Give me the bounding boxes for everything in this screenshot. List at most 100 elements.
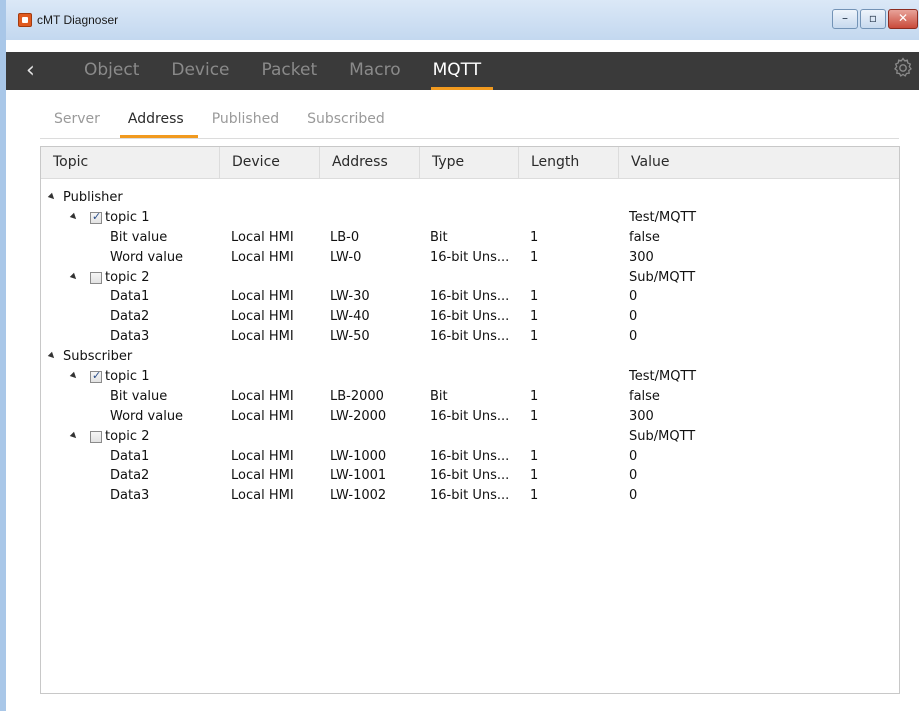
table-row[interactable]: Publisher (41, 189, 899, 209)
tab-device[interactable]: Device (155, 52, 245, 90)
table-row[interactable]: Bit value Local HMI LB-0 Bit 1 false (41, 229, 899, 249)
title-bar: cMT Diagnoser – ▫ ✕ (6, 0, 919, 40)
cell-device: Local HMI (231, 448, 294, 464)
cell-value: Test/MQTT (629, 369, 697, 385)
cell-device: Local HMI (231, 289, 294, 305)
gear-icon[interactable] (891, 56, 915, 80)
subtab-address[interactable]: Address (114, 104, 198, 138)
cell-value: 0 (629, 309, 638, 325)
cell-length: 1 (530, 229, 539, 245)
table-header: Topic Device Address Type Length Value (41, 147, 899, 179)
table-body: Publisher topic 1 Test/MQTT Bit value Local … (41, 189, 899, 507)
cell-topic: Data3 (110, 329, 150, 345)
app-logo-icon (18, 13, 32, 27)
tab-object[interactable]: Object (68, 52, 155, 90)
table-row[interactable]: Data1 Local HMI LW-30 16-bit Uns... 1 0 (41, 288, 899, 308)
cell-device: Local HMI (231, 249, 294, 265)
cell-value: Sub/MQTT (629, 428, 696, 444)
subtab-subscribed[interactable]: Subscribed (293, 104, 399, 138)
cell-address: LW-0 (330, 249, 362, 265)
cell-device: Local HMI (231, 388, 294, 404)
expand-toggle-icon[interactable] (47, 192, 57, 202)
cell-value: false (629, 388, 660, 404)
tab-packet[interactable]: Packet (246, 52, 334, 90)
table-row[interactable]: Data3 Local HMI LW-50 16-bit Uns... 1 0 (41, 328, 899, 348)
tab-mqtt[interactable]: MQTT (417, 52, 498, 90)
window-title: cMT Diagnoser (37, 13, 119, 27)
cell-address: LW-1001 (330, 468, 387, 484)
cell-topic: Subscriber (63, 349, 133, 365)
topic-checkbox[interactable] (90, 271, 102, 284)
cell-device: Local HMI (231, 408, 294, 424)
topic-checkbox[interactable] (90, 430, 102, 443)
column-header-device[interactable]: Device (220, 147, 320, 179)
minimize-button[interactable]: – (832, 9, 858, 29)
table-row[interactable]: Data2 Local HMI LW-40 16-bit Uns... 1 0 (41, 308, 899, 328)
cell-value: 0 (629, 289, 638, 305)
cell-length: 1 (530, 488, 539, 504)
column-header-address[interactable]: Address (320, 147, 420, 179)
address-table: Topic Device Address Type Length Value Publis… (40, 146, 900, 694)
sub-tabs: Server Address Published Subscribed (40, 104, 399, 138)
table-row[interactable]: Data2 Local HMI LW-1001 16-bit Uns... 1 0 (41, 467, 899, 487)
cell-length: 1 (530, 289, 539, 305)
cell-device: Local HMI (231, 229, 294, 245)
cell-address: LB-0 (330, 229, 360, 245)
table-row[interactable]: Word value Local HMI LW-2000 16-bit Uns... 1… (41, 408, 899, 428)
cell-topic: Bit value (110, 388, 168, 404)
cell-device: Local HMI (231, 488, 294, 504)
nav-tabs: Object Device Packet Macro MQTT (68, 52, 497, 90)
minimize-icon: – (842, 11, 848, 25)
subtab-server[interactable]: Server (40, 104, 114, 138)
cell-address: LW-50 (330, 329, 370, 345)
cell-length: 1 (530, 309, 539, 325)
cell-length: 1 (530, 468, 539, 484)
cell-topic: Data1 (110, 289, 150, 305)
column-header-value[interactable]: Value (619, 147, 899, 179)
back-chevron-icon[interactable]: ‹ (26, 58, 35, 83)
cell-topic: topic 2 (105, 269, 150, 285)
topic-checkbox[interactable] (90, 369, 102, 384)
table-row[interactable]: topic 1 Test/MQTT (41, 209, 899, 229)
close-icon: ✕ (897, 11, 909, 25)
cell-topic: Data3 (110, 488, 150, 504)
expand-toggle-icon[interactable] (69, 371, 79, 381)
cell-topic: Word value (110, 408, 184, 424)
cell-topic: Bit value (110, 229, 168, 245)
tab-macro[interactable]: Macro (333, 52, 416, 90)
expand-toggle-icon[interactable] (69, 212, 79, 222)
maximize-button[interactable]: ▫ (860, 9, 886, 29)
cell-value: Sub/MQTT (629, 269, 696, 285)
column-header-topic[interactable]: Topic (41, 147, 220, 179)
expand-toggle-icon[interactable] (47, 351, 57, 361)
table-row[interactable]: Subscriber (41, 348, 899, 368)
expand-toggle-icon[interactable] (69, 431, 79, 440)
maximize-icon: ▫ (868, 11, 878, 25)
cell-device: Local HMI (231, 309, 294, 325)
cell-device: Local HMI (231, 329, 294, 345)
topic-checkbox[interactable] (90, 210, 102, 224)
column-header-type[interactable]: Type (420, 147, 519, 179)
table-row[interactable]: Data3 Local HMI LW-1002 16-bit Uns... 1 0 (41, 487, 899, 507)
cell-topic: Word value (110, 249, 184, 265)
cell-topic: Data1 (110, 448, 150, 464)
table-row[interactable]: topic 2 Sub/MQTT (41, 428, 899, 448)
cell-address: LW-1002 (330, 488, 387, 504)
cell-topic: Data2 (110, 468, 150, 484)
column-header-length[interactable]: Length (519, 147, 619, 179)
table-row[interactable]: Data1 Local HMI LW-1000 16-bit Uns... 1 0 (41, 448, 899, 468)
cell-address: LW-2000 (330, 408, 387, 424)
subtab-published[interactable]: Published (198, 104, 293, 138)
cell-type: 16-bit Uns... (430, 249, 510, 265)
table-row[interactable]: topic 2 Sub/MQTT (41, 269, 899, 289)
table-row[interactable]: Bit value Local HMI LB-2000 Bit 1 false (41, 388, 899, 408)
top-navigation: ‹ Object Device Packet Macro MQTT (6, 52, 919, 90)
table-row[interactable]: Word value Local HMI LW-0 16-bit Uns... 1 300 (41, 249, 899, 269)
cell-value: 0 (629, 448, 638, 464)
expand-toggle-icon[interactable] (69, 272, 79, 281)
table-row[interactable]: topic 1 Test/MQTT (41, 368, 899, 388)
cell-value: 0 (629, 468, 638, 484)
cell-length: 1 (530, 408, 539, 424)
cell-type: 16-bit Uns... (430, 289, 510, 305)
close-button[interactable]: ✕ (888, 9, 918, 29)
